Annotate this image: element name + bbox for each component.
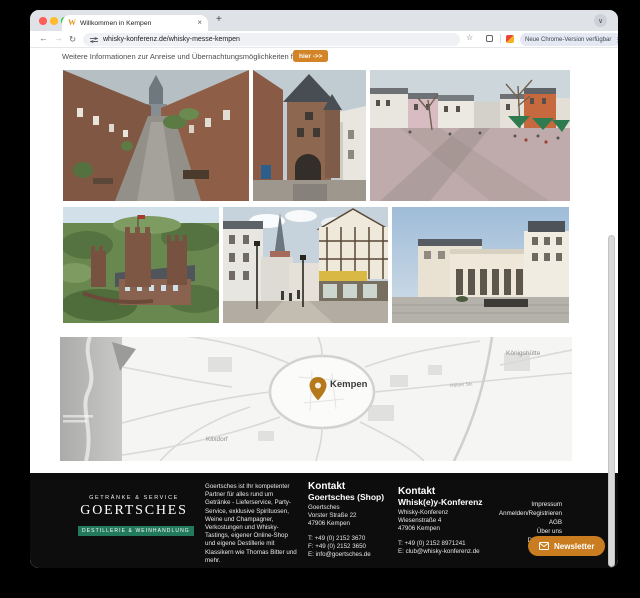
reload-icon[interactable]: ↻	[69, 34, 76, 45]
intro-row: Weitere Informationen zur Anreise und Üb…	[30, 49, 618, 63]
logo-name: GOERTSCHES	[78, 503, 190, 519]
photo-historic-alley	[63, 70, 249, 201]
map-label-city: Kempen	[330, 379, 368, 390]
link-anmelden-registrieren[interactable]: Anmelden/Registrieren	[432, 509, 562, 518]
photo-market-square	[370, 70, 570, 201]
browser-toolbar: ← → ↻ whisky-konferenz.de/whisky-messe-k…	[30, 31, 618, 48]
close-window-button[interactable]	[39, 17, 47, 25]
tab-title: Willkommen in Kempen	[80, 20, 193, 27]
chrome-update-chip[interactable]: Neue Chrome-Version verfügbar ⋮	[520, 33, 618, 46]
map-label-koenigshuette: Königshütte	[506, 350, 541, 357]
photo-gallery-row-2	[63, 207, 570, 323]
footer-contact-shop: Kontakt Goertsches (Shop) Goertsches Vor…	[308, 481, 384, 559]
photo-modern-building	[392, 207, 569, 323]
tab-willkommen-in-kempen[interactable]: W Willkommen in Kempen ×	[62, 15, 208, 31]
tab-close-icon[interactable]: ×	[197, 19, 202, 27]
phone-line: T: +49 (0) 2152 3670	[308, 535, 384, 543]
contact-heading: Kontakt	[308, 481, 384, 492]
footer-about-text: Goertsches ist Ihr kompetenter Partner f…	[205, 483, 299, 565]
tab-search-chevron-icon[interactable]: ∨	[594, 14, 607, 27]
address-line: Vorster Straße 22	[308, 512, 384, 520]
email-line[interactable]: E: club@whisky-konferenz.de	[398, 548, 483, 556]
new-tab-button[interactable]: +	[216, 14, 222, 25]
location-map[interactable]: Kempen Königshütte Klixdorf Hülser Str.	[60, 337, 572, 461]
goertsches-logo: GETRÄNKE & SERVICE GOERTSCHES DESTILLERI…	[78, 495, 190, 537]
back-icon[interactable]: ←	[39, 33, 48, 43]
url-text: whisky-konferenz.de/whisky-messe-kempen	[103, 36, 240, 43]
photo-gate-tower	[253, 70, 366, 201]
site-favicon-icon: W	[68, 19, 76, 27]
logo-tagline: GETRÄNKE & SERVICE	[78, 495, 190, 501]
minimize-window-button[interactable]	[50, 17, 58, 25]
photo-castle-aerial	[63, 207, 219, 323]
address-line: 47906 Kempen	[308, 520, 384, 528]
toolbar-divider	[500, 34, 501, 43]
photo-gallery-row-1	[63, 70, 570, 201]
link-agb[interactable]: AGB	[432, 518, 562, 527]
browser-window: W Willkommen in Kempen × + ∨ ← → ↻ whisk…	[30, 10, 618, 568]
forward-icon: →	[54, 33, 63, 43]
address-bar[interactable]: whisky-konferenz.de/whisky-messe-kempen	[83, 33, 460, 46]
tab-strip: W Willkommen in Kempen × + ∨	[30, 10, 618, 31]
hier-link-button[interactable]: hier ->>	[293, 50, 328, 62]
link-ueber-uns[interactable]: Über uns	[432, 527, 562, 536]
extension-icon[interactable]	[506, 35, 514, 43]
fax-line: F: +49 (0) 2152 3650	[308, 543, 384, 551]
page-content: Weitere Informationen zur Anreise und Üb…	[30, 48, 618, 568]
photo-shopping-street	[223, 207, 388, 323]
bookmark-star-icon[interactable]: ☆	[466, 33, 473, 42]
browser-menu-icon[interactable]: ⋮	[614, 36, 618, 44]
envelope-icon	[539, 542, 549, 550]
email-line[interactable]: E: info@goertsches.de	[308, 551, 384, 559]
newsletter-button[interactable]: Newsletter	[528, 536, 605, 556]
scrollbar-thumb[interactable]	[608, 235, 615, 567]
contact-subheading: Goertsches (Shop)	[308, 492, 384, 502]
intro-text: Weitere Informationen zur Anreise und Üb…	[62, 52, 324, 61]
page-footer: GETRÄNKE & SERVICE GOERTSCHES DESTILLERI…	[30, 473, 618, 568]
side-panel-icon[interactable]	[486, 35, 493, 42]
logo-badge: DESTILLERIE & WEINHANDLUNG	[78, 526, 194, 536]
site-settings-icon[interactable]	[90, 36, 98, 44]
address-line: Goertsches	[308, 504, 384, 512]
contact-heading: Kontakt	[398, 486, 483, 497]
map-label-klixdorf: Klixdorf	[206, 436, 228, 443]
link-impressum[interactable]: Impressum	[432, 500, 562, 509]
